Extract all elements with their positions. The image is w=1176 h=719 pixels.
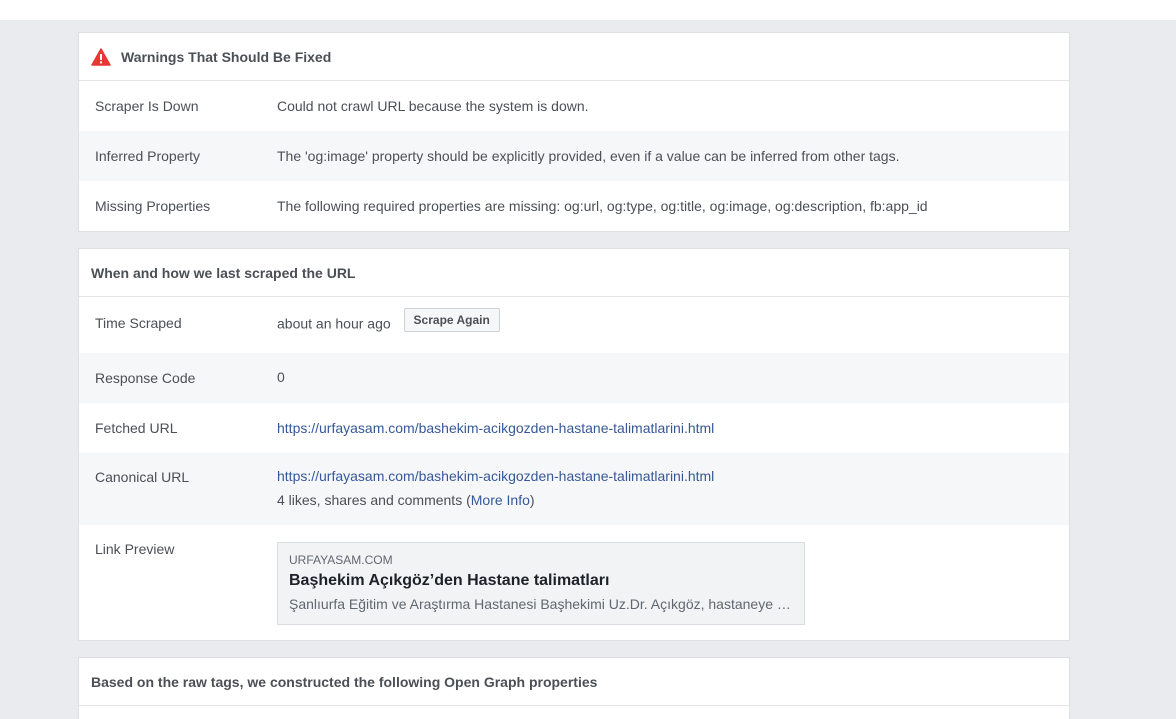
row-canonical-url: Canonical URL https://urfayasam.com/bash… xyxy=(79,453,1069,525)
warnings-panel: Warnings That Should Be Fixed Scraper Is… xyxy=(78,32,1070,232)
og-properties-header: Based on the raw tags, we constructed th… xyxy=(79,658,1069,706)
warning-row-scraper-down: Scraper Is Down Could not crawl URL beca… xyxy=(79,81,1069,131)
scrape-info-panel: When and how we last scraped the URL Tim… xyxy=(78,248,1070,641)
scrape-info-header: When and how we last scraped the URL xyxy=(79,249,1069,297)
warning-label: Inferred Property xyxy=(95,148,201,164)
canonical-url-link[interactable]: https://urfayasam.com/bashekim-acikgozde… xyxy=(277,468,714,484)
link-preview-label: Link Preview xyxy=(95,541,175,557)
warning-row-missing-properties: Missing Properties The following require… xyxy=(79,181,1069,231)
canonical-url-label: Canonical URL xyxy=(95,469,190,485)
preview-description: Şanlıurfa Eğitim ve Araştırma Hastanesi … xyxy=(289,596,792,612)
warnings-header: Warnings That Should Be Fixed xyxy=(79,33,1069,81)
row-response-code: Response Code 0 xyxy=(79,353,1069,403)
response-code-label: Response Code xyxy=(95,370,196,386)
canonical-url-cell: https://urfayasam.com/bashekim-acikgozde… xyxy=(277,464,1069,525)
warning-label: Scraper Is Down xyxy=(95,98,199,114)
warning-row-inferred-property: Inferred Property The 'og:image' propert… xyxy=(79,131,1069,181)
time-scraped-label: Time Scraped xyxy=(95,315,182,331)
warning-label: Missing Properties xyxy=(95,198,211,214)
link-preview-cell: URFAYASAM.COM Başhekim Açıkgöz’den Hasta… xyxy=(277,542,1069,641)
preview-title: Başhekim Açıkgöz’den Hastane talimatları xyxy=(289,572,610,589)
warning-message: The 'og:image' property should be explic… xyxy=(277,148,900,164)
og-properties-panel: Based on the raw tags, we constructed th… xyxy=(78,657,1070,719)
time-scraped-value: about an hour ago xyxy=(277,315,391,332)
warning-icon xyxy=(91,47,111,66)
fetched-url-label: Fetched URL xyxy=(95,420,178,436)
warning-message: The following required properties are mi… xyxy=(277,198,928,214)
fetched-url-link[interactable]: https://urfayasam.com/bashekim-acikgozde… xyxy=(277,420,1069,436)
warning-message: Could not crawl URL because the system i… xyxy=(277,98,589,114)
row-link-preview: Link Preview URFAYASAM.COM Başhekim Açık… xyxy=(79,525,1069,641)
scrape-info-title: When and how we last scraped the URL xyxy=(91,264,356,281)
row-time-scraped: Time Scraped about an hour ago Scrape Ag… xyxy=(79,297,1069,353)
engagement-count: 4 likes, shares and comments (More Info) xyxy=(277,492,535,508)
engagement-prefix: 4 likes, shares and comments ( xyxy=(277,492,471,508)
more-info-link[interactable]: More Info xyxy=(471,492,530,508)
warnings-title: Warnings That Should Be Fixed xyxy=(121,48,332,65)
preview-domain: URFAYASAM.COM xyxy=(289,553,393,567)
time-scraped-value-cell: about an hour ago Scrape Again xyxy=(277,308,1069,353)
top-bar xyxy=(0,0,1176,20)
link-preview-card[interactable]: URFAYASAM.COM Başhekim Açıkgöz’den Hasta… xyxy=(277,542,805,625)
scrape-again-button[interactable]: Scrape Again xyxy=(403,308,500,333)
engagement-suffix: ) xyxy=(529,492,535,508)
row-fetched-url: Fetched URL https://urfayasam.com/bashek… xyxy=(79,403,1069,453)
og-properties-title: Based on the raw tags, we constructed th… xyxy=(91,673,598,690)
response-code-value: 0 xyxy=(277,369,285,385)
